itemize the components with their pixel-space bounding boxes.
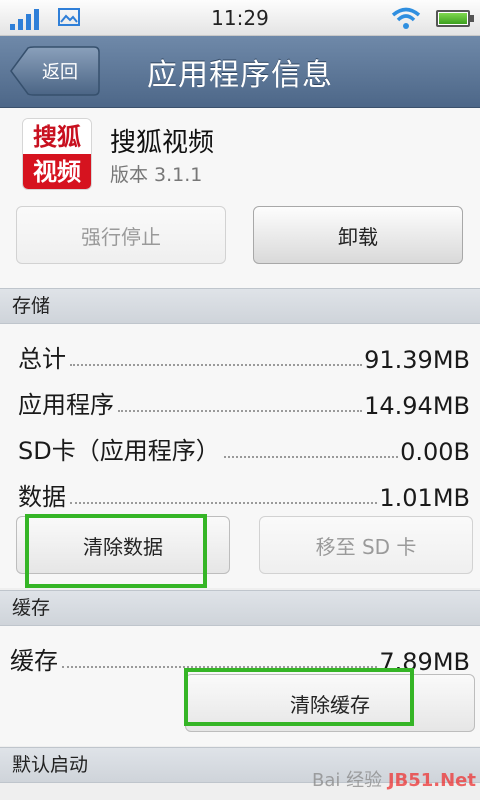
storage-row-label: 数据 xyxy=(18,483,66,511)
force-stop-button[interactable]: 强行停止 xyxy=(16,206,226,264)
watermark-text: Bai 经验 xyxy=(311,770,383,791)
page-title: 应用程序信息 xyxy=(147,58,333,93)
dotted-leader xyxy=(62,666,378,668)
cache-section: 缓存 7.89MB 清除缓存 xyxy=(0,626,480,746)
battery-icon xyxy=(436,10,474,27)
storage-section-header: 存储 xyxy=(0,288,480,324)
cache-row: 缓存 7.89MB xyxy=(10,636,470,676)
storage-row-value: 0.00B xyxy=(400,438,470,466)
clear-data-button[interactable]: 清除数据 xyxy=(16,516,230,574)
wifi-icon xyxy=(391,7,421,29)
storage-row-application: 应用程序 14.94MB xyxy=(18,380,470,420)
storage-section: 总计 91.39MB 应用程序 14.94MB SD卡（应用程序） 0.00B … xyxy=(0,324,480,588)
storage-row-total: 总计 91.39MB xyxy=(18,334,470,374)
app-icon: 搜狐 视频 xyxy=(22,118,92,190)
storage-row-label: SD卡（应用程序） xyxy=(18,437,220,465)
storage-row-value: 1.01MB xyxy=(379,484,470,512)
app-icon-top-text: 搜狐 xyxy=(23,119,91,154)
app-name: 搜狐视频 xyxy=(110,128,215,158)
clear-cache-button[interactable]: 清除缓存 xyxy=(185,674,475,732)
dotted-leader xyxy=(118,410,363,412)
cache-row-label: 缓存 xyxy=(10,647,58,675)
dotted-leader xyxy=(70,502,378,504)
uninstall-button[interactable]: 卸载 xyxy=(253,206,463,264)
dotted-leader xyxy=(223,456,399,458)
storage-row-sd-card: SD卡（应用程序） 0.00B xyxy=(18,426,470,466)
storage-row-data: 数据 1.01MB xyxy=(18,472,470,512)
storage-row-value: 91.39MB xyxy=(364,346,470,374)
move-to-sd-button[interactable]: 移至 SD 卡 xyxy=(259,516,473,574)
title-bar: 返回 应用程序信息 xyxy=(0,36,480,108)
app-header: 搜狐 视频 搜狐视频 版本 3.1.1 强行停止 卸载 xyxy=(0,108,480,290)
app-version: 版本 3.1.1 xyxy=(110,164,203,186)
dotted-leader xyxy=(70,364,363,366)
watermark: Bai 经验 JB51.Net xyxy=(312,766,476,792)
status-bar: 11:29 xyxy=(0,0,480,36)
cache-row-value: 7.89MB xyxy=(379,648,470,676)
storage-row-label: 总计 xyxy=(18,345,66,373)
watermark-site: JB51.Net xyxy=(387,770,476,791)
cache-section-header: 缓存 xyxy=(0,590,480,626)
app-icon-bottom-text: 视频 xyxy=(23,154,91,189)
storage-row-value: 14.94MB xyxy=(364,392,470,420)
storage-row-label: 应用程序 xyxy=(18,391,114,419)
